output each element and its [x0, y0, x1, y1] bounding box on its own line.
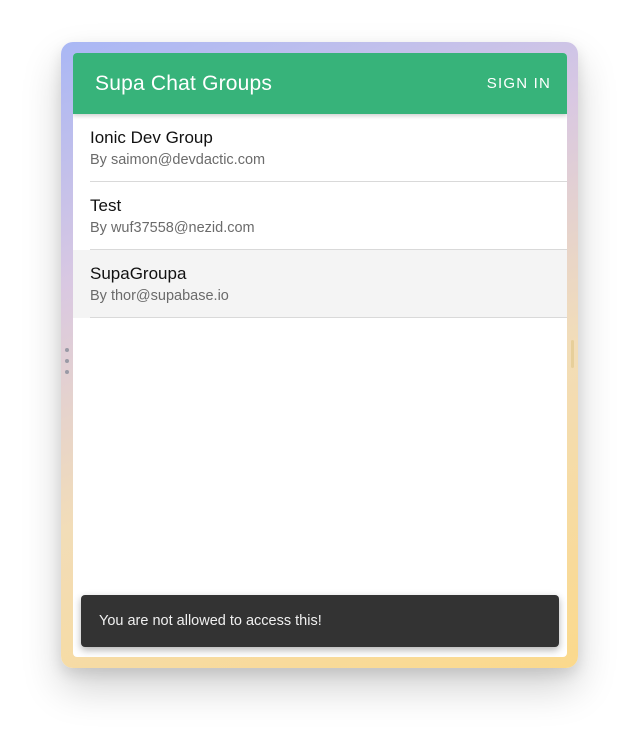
- toast-message: You are not allowed to access this!: [99, 613, 322, 629]
- list-item-supagroupa[interactable]: SupaGroupa By thor@supabase.io: [73, 250, 567, 318]
- toast-notification: You are not allowed to access this!: [81, 595, 559, 647]
- list-item-test[interactable]: Test By wuf37558@nezid.com: [73, 182, 567, 250]
- screen: Supa Chat Groups SIGN IN Ionic Dev Group…: [0, 0, 640, 749]
- list-item-ionic-dev-group[interactable]: Ionic Dev Group By saimon@devdactic.com: [73, 114, 567, 182]
- page-title: Supa Chat Groups: [95, 71, 273, 95]
- group-creator: By saimon@devdactic.com: [90, 151, 266, 168]
- group-title: Test: [90, 195, 122, 215]
- group-creator: By wuf37558@nezid.com: [90, 219, 255, 236]
- divider: [90, 317, 567, 318]
- group-title: Ionic Dev Group: [90, 127, 213, 147]
- drag-handle-icon[interactable]: [64, 348, 70, 374]
- app-toolbar: Supa Chat Groups SIGN IN: [73, 53, 567, 114]
- group-creator: By thor@supabase.io: [90, 287, 229, 304]
- app-window: Supa Chat Groups SIGN IN Ionic Dev Group…: [73, 53, 567, 657]
- resize-handle[interactable]: [571, 340, 574, 368]
- group-list: Ionic Dev Group By saimon@devdactic.com …: [73, 114, 567, 318]
- sign-in-button[interactable]: SIGN IN: [487, 69, 551, 98]
- group-title: SupaGroupa: [90, 263, 187, 283]
